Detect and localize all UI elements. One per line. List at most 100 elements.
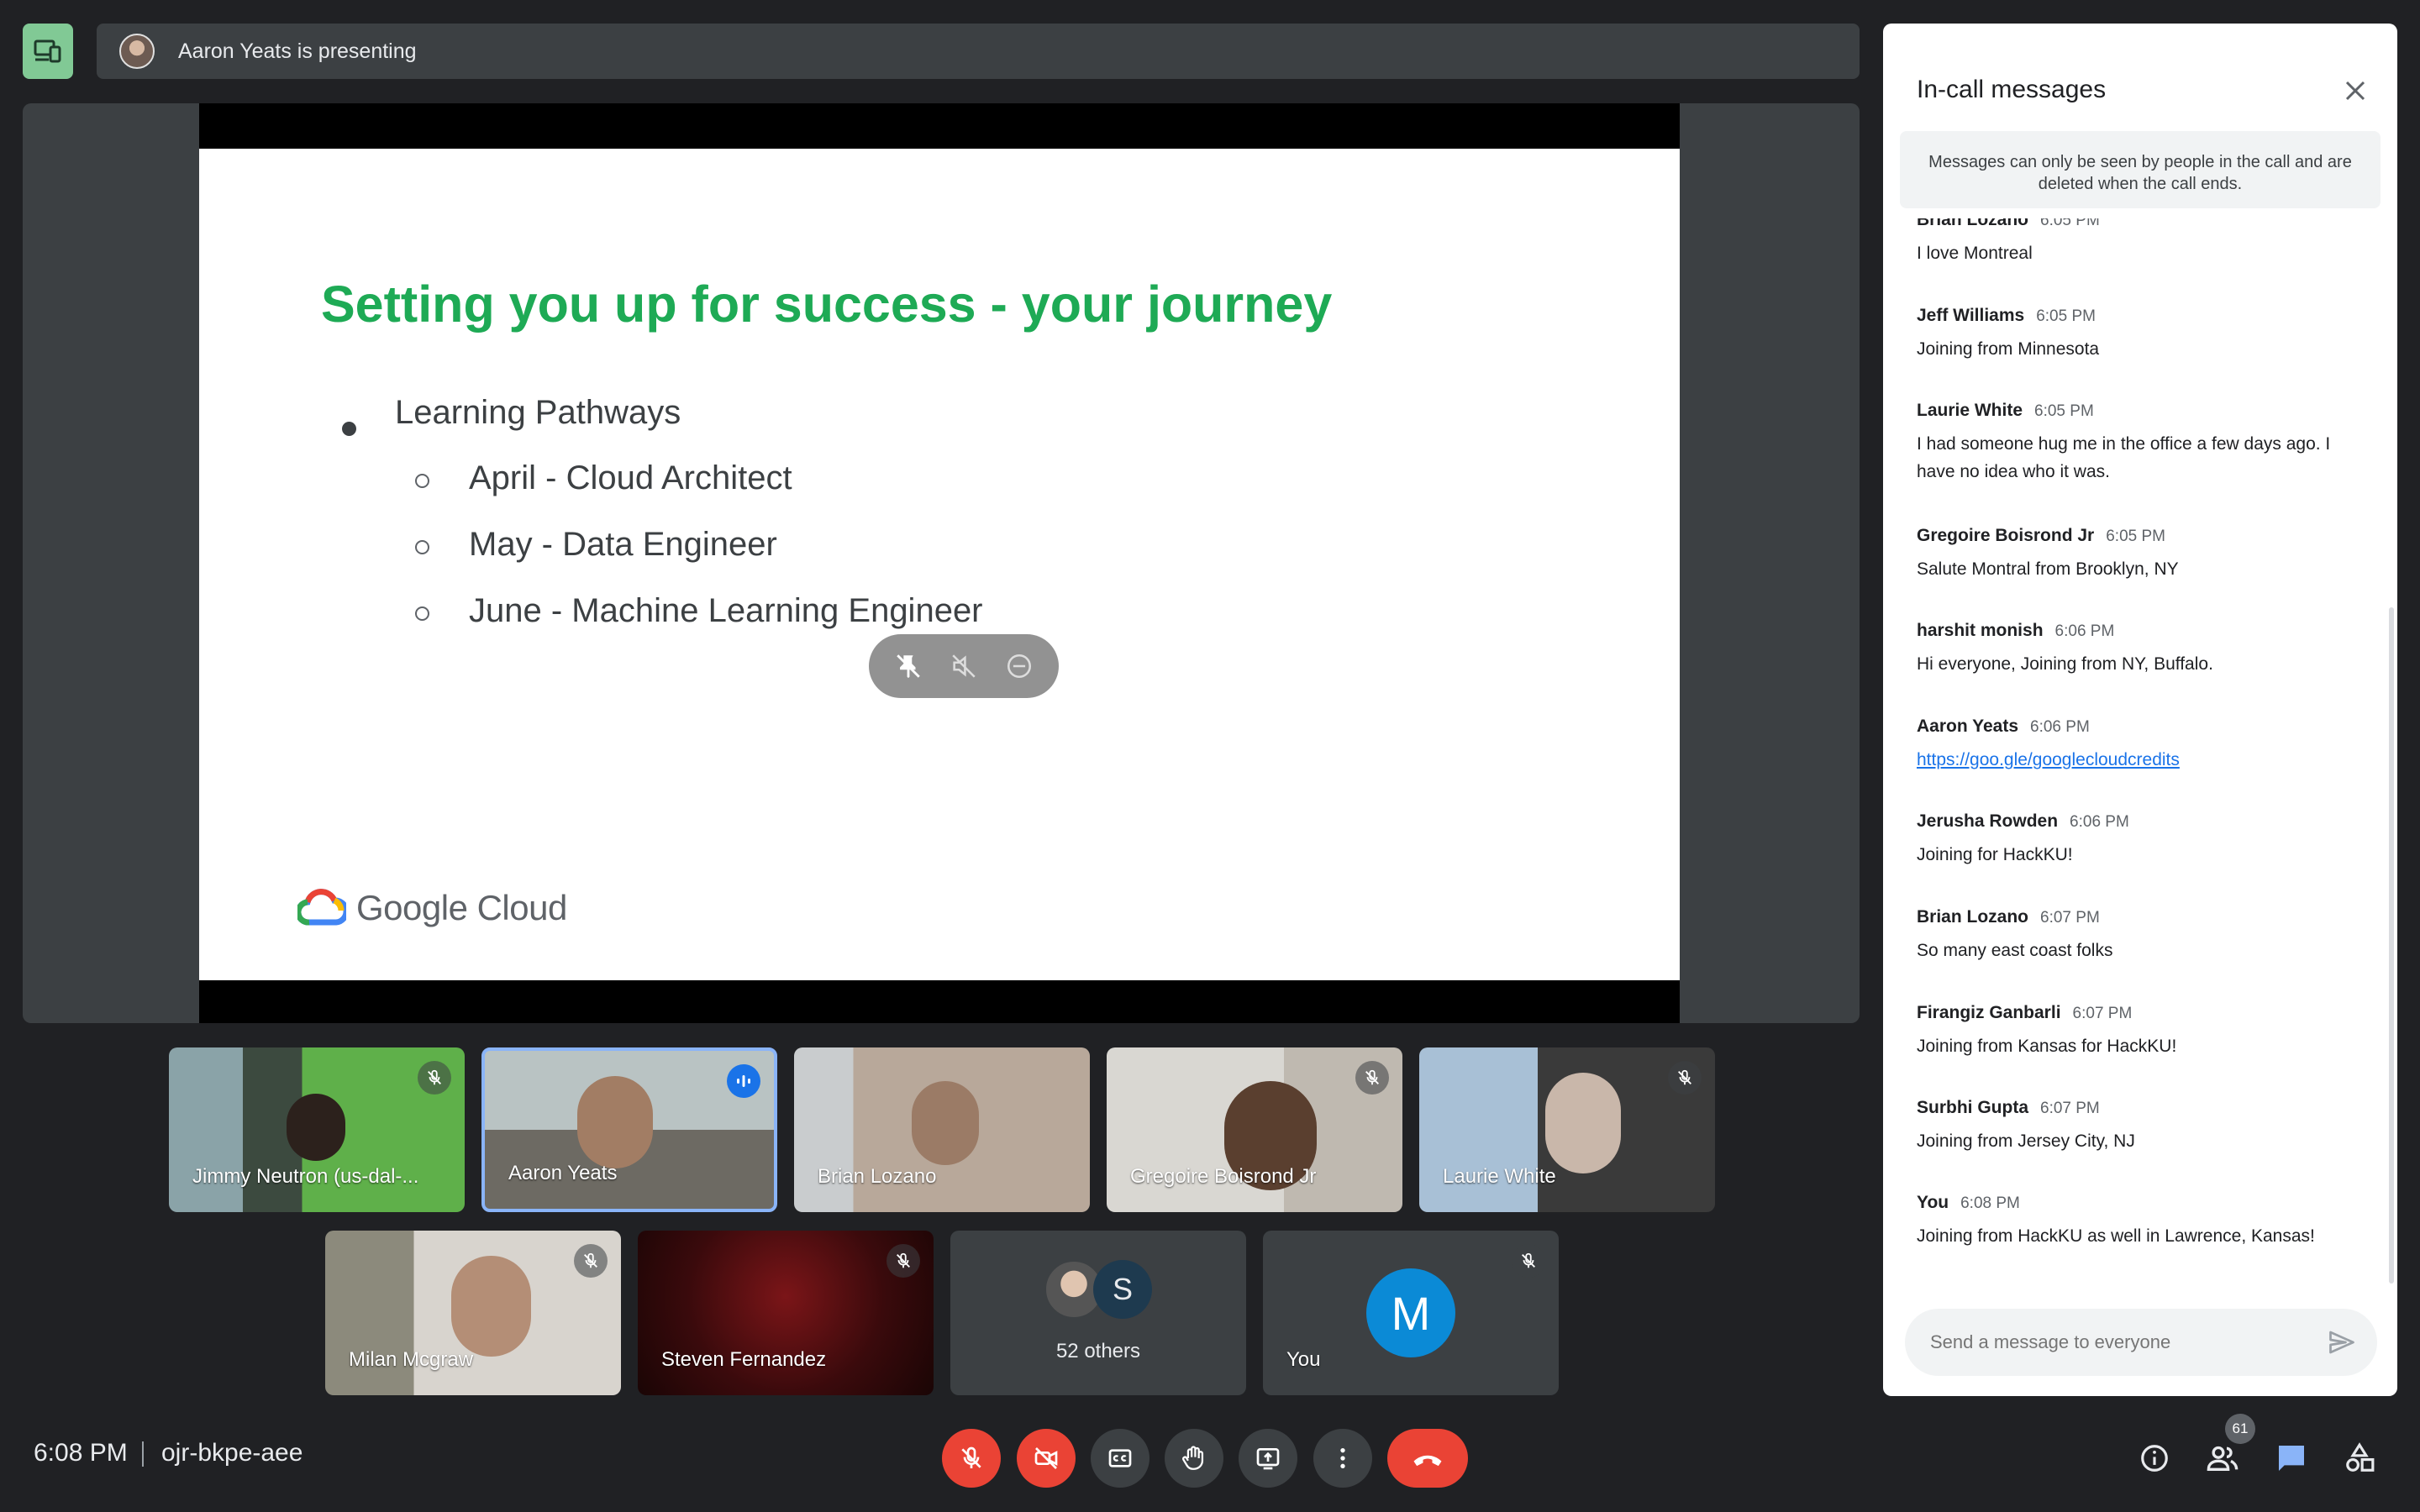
- bottom-divider: [142, 1441, 144, 1467]
- remove-tile-icon[interactable]: [1005, 652, 1034, 680]
- participant-name: Laurie White: [1443, 1165, 1556, 1188]
- participant-name: Brian Lozano: [818, 1165, 937, 1188]
- leave-call-button[interactable]: [1387, 1429, 1468, 1488]
- message-sender: You: [1917, 1193, 1949, 1212]
- participant-tile[interactable]: Brian Lozano: [794, 1047, 1090, 1212]
- participant-video: [577, 1076, 653, 1168]
- google-cloud-logo-text: Google Cloud: [356, 888, 567, 927]
- people-count-badge: 61: [2225, 1414, 2255, 1444]
- others-tile[interactable]: S 52 others: [950, 1231, 1246, 1395]
- message-sender: Gregoire Boisrond Jr: [1917, 526, 2095, 545]
- chat-panel-title: In-call messages: [1917, 76, 2107, 103]
- message-time: 6:05 PM: [2106, 528, 2165, 545]
- chat-message: Brian Lozano 6:05 PM I love Montreal: [1917, 218, 2370, 267]
- message-text: I had someone hug me in the office a few…: [1917, 434, 2331, 481]
- camera-toggle-button[interactable]: [1017, 1429, 1076, 1488]
- message-text: Joining from HackKU as well in Lawrence,…: [1917, 1226, 2315, 1246]
- sub-bullet-circle: [415, 474, 429, 488]
- message-text: Joining from Minnesota: [1917, 339, 2100, 359]
- message-sender: Surbhi Gupta: [1917, 1098, 2028, 1117]
- muted-mic-icon: [886, 1244, 920, 1278]
- participant-name: Steven Fernandez: [661, 1348, 827, 1371]
- slide-subitem: May - Data Engineer: [469, 526, 777, 563]
- people-icon: [2207, 1446, 2238, 1471]
- self-tile[interactable]: M You: [1263, 1231, 1559, 1395]
- message-link[interactable]: https://goo.gle/googlecloudcredits: [1917, 750, 2180, 769]
- message-sender: Jerusha Rowden: [1917, 811, 2059, 831]
- more-options-button[interactable]: [1313, 1429, 1372, 1488]
- google-cloud-logo: Google Cloud: [297, 888, 567, 928]
- presentation-stage: Setting you up for success - your journe…: [23, 103, 1860, 1023]
- message-sender: Firangiz Ganbarli: [1917, 1003, 2061, 1022]
- present-screen-button[interactable]: [23, 24, 73, 79]
- chat-message: Surbhi Gupta 6:07 PM Joining from Jersey …: [1917, 1098, 2370, 1155]
- activities-button[interactable]: [2334, 1433, 2385, 1483]
- chat-input-container[interactable]: [1905, 1309, 2377, 1376]
- present-now-button[interactable]: [1239, 1429, 1297, 1488]
- mic-off-icon: [961, 1446, 981, 1468]
- meeting-details-button[interactable]: [2129, 1433, 2180, 1483]
- message-sender: Brian Lozano: [1917, 218, 2029, 229]
- chat-message: Jerusha Rowden 6:06 PM Joining for HackKU…: [1917, 811, 2370, 869]
- meeting-code: ojr-bkpe-aee: [161, 1439, 303, 1467]
- message-time: 6:07 PM: [2040, 1100, 2100, 1117]
- participant-tile[interactable]: Milan Mcgraw: [325, 1231, 621, 1395]
- present-screen-icon: [34, 39, 61, 63]
- message-time: 6:06 PM: [2070, 813, 2129, 831]
- sub-bullet-circle: [415, 606, 429, 621]
- participant-name: Milan Mcgraw: [349, 1348, 474, 1371]
- others-count: 52 others: [1055, 1340, 1141, 1362]
- message-sender: Jeff Williams: [1917, 306, 2025, 325]
- pin-icon[interactable]: [894, 652, 923, 680]
- message-text: Joining from Jersey City, NJ: [1917, 1131, 2135, 1151]
- message-sender: Aaron Yeats: [1917, 717, 2019, 736]
- participant-tile[interactable]: Gregoire Boisrond Jr: [1107, 1047, 1402, 1212]
- participant-tile[interactable]: Jimmy Neutron (us-dal-...: [169, 1047, 465, 1212]
- captions-button[interactable]: [1091, 1429, 1150, 1488]
- slide-subitem: April - Cloud Architect: [469, 459, 792, 496]
- message-list: Brian Lozano 6:05 PM I love Montreal Jeff…: [1917, 218, 2370, 1310]
- message-text: Salute Montral from Brooklyn, NY: [1917, 559, 2179, 579]
- sub-bullet-circle: [415, 540, 429, 554]
- chat-message: Brian Lozano 6:07 PM So many east coast f…: [1917, 907, 2370, 964]
- raise-hand-button[interactable]: [1165, 1429, 1223, 1488]
- chat-message: Gregoire Boisrond Jr 6:05 PM Salute Montr…: [1917, 526, 2370, 583]
- chat-message: harshit monish 6:06 PM Hi everyone, Joini…: [1917, 621, 2370, 678]
- chat-button[interactable]: [2266, 1433, 2317, 1483]
- present-now-icon: [1256, 1448, 1280, 1470]
- participant-name: Jimmy Neutron (us-dal-...: [192, 1165, 419, 1188]
- mute-tile-icon[interactable]: [950, 652, 978, 680]
- close-chat-button[interactable]: [2338, 74, 2372, 108]
- message-time: 6:08 PM: [1960, 1194, 2020, 1212]
- chat-message-input[interactable]: [1928, 1331, 2298, 1354]
- google-cloud-icon: [297, 889, 346, 926]
- participant-tile-active-speaker[interactable]: Aaron Yeats: [481, 1047, 777, 1212]
- message-text: Joining from Kansas for HackKU!: [1917, 1037, 2177, 1056]
- message-sender: Laurie White: [1917, 401, 2023, 420]
- chat-icon: [2279, 1446, 2304, 1471]
- send-icon[interactable]: [2327, 1327, 2357, 1357]
- microphone-toggle-button[interactable]: [942, 1429, 1001, 1488]
- chat-scrollbar[interactable]: [2389, 607, 2394, 1284]
- slide-subitem: June - Machine Learning Engineer: [469, 592, 983, 629]
- message-text: Hi everyone, Joining from NY, Buffalo.: [1917, 654, 2213, 674]
- in-call-messages-panel: In-call messages Messages can only be se…: [1883, 24, 2397, 1396]
- participant-tile[interactable]: Laurie White: [1419, 1047, 1715, 1212]
- chat-message: Aaron Yeats 6:06 PM https://goo.gle/googl…: [1917, 717, 2370, 774]
- current-time: 6:08 PM: [34, 1439, 128, 1467]
- tile-hover-controls: [869, 634, 1059, 698]
- presenting-text: Aaron Yeats is presenting: [178, 39, 417, 63]
- muted-mic-icon: [1512, 1244, 1545, 1278]
- muted-mic-icon: [574, 1244, 608, 1278]
- participant-tile[interactable]: Steven Fernandez: [638, 1231, 934, 1395]
- message-time: 6:05 PM: [2036, 307, 2096, 325]
- chat-message: Laurie White 6:05 PM I had someone hug me…: [1917, 401, 2370, 486]
- participant-video: [912, 1081, 979, 1165]
- slide-bullet: Learning Pathways: [395, 394, 681, 431]
- muted-mic-icon: [418, 1061, 451, 1095]
- message-sender: harshit monish: [1917, 621, 2044, 640]
- message-text: So many east coast folks: [1917, 941, 2113, 960]
- message-text: Joining for HackKU!: [1917, 845, 2073, 864]
- presentation-slide: Setting you up for success - your journe…: [199, 149, 1680, 980]
- message-time: 6:05 PM: [2040, 218, 2100, 229]
